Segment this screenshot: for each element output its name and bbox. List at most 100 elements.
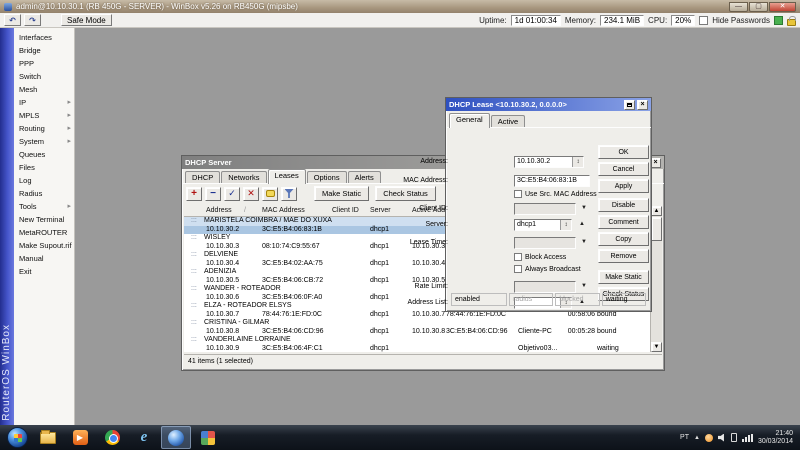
tray-date: 30/03/2014	[758, 438, 793, 446]
sidebar-item-ppp[interactable]: PPP	[14, 57, 74, 70]
block-access-checkbox[interactable]	[514, 253, 522, 261]
up-arrow-icon[interactable]: ▲	[579, 221, 585, 227]
tab-networks[interactable]: Networks	[221, 171, 266, 184]
sidebar-item-bridge[interactable]: Bridge	[14, 44, 74, 57]
maximize-button[interactable]: ▢	[749, 2, 768, 12]
sidebar-item-label: Bridge	[19, 46, 41, 55]
sidebar-item-log[interactable]: Log	[14, 174, 74, 187]
start-button[interactable]	[7, 427, 28, 448]
taskbar-desktop-gadget-button[interactable]	[193, 426, 223, 449]
lease-comment-row[interactable]: :::CRISTINA - GILMAR	[184, 319, 662, 328]
notification-icon[interactable]	[705, 434, 713, 442]
sidebar-item-ip[interactable]: IP▸	[14, 96, 74, 109]
enable-button[interactable]: ✓	[224, 187, 240, 201]
tab-alerts[interactable]: Alerts	[348, 171, 381, 184]
tab-dhcp[interactable]: DHCP	[185, 171, 220, 184]
comment-prefix: :::	[191, 268, 197, 277]
clock[interactable]: 21:40 30/03/2014	[758, 430, 793, 446]
dialog-apply-button[interactable]: Apply	[598, 179, 649, 193]
client-id-input[interactable]	[514, 203, 576, 215]
spinner-icon[interactable]: ↕	[560, 220, 571, 230]
make-static-button[interactable]: Make Static	[314, 186, 369, 201]
use-src-mac-address-checkbox[interactable]	[514, 190, 522, 198]
check-status-button[interactable]: Check Status	[375, 186, 436, 201]
dialog-cancel-button[interactable]: Cancel	[598, 162, 649, 176]
rate-limit-input[interactable]	[514, 281, 576, 293]
column-header-mac[interactable]: MAC Address	[262, 207, 305, 214]
dialog-ok-button[interactable]: OK	[598, 145, 649, 159]
undo-button[interactable]: ↶	[4, 14, 21, 26]
address-input[interactable]: 10.10.30.2↕	[514, 156, 584, 168]
sidebar-item-new-terminal[interactable]: New Terminal	[14, 213, 74, 226]
mac-address-input[interactable]: 3C:E5:B4:06:83:1B	[514, 175, 590, 187]
scroll-down-icon[interactable]: ▼	[651, 342, 662, 352]
disable-button[interactable]: ✕	[243, 187, 259, 201]
sidebar-item-interfaces[interactable]: Interfaces	[14, 31, 74, 44]
taskbar-internet-explorer-button[interactable]: e	[129, 426, 159, 449]
sidebar-item-routing[interactable]: Routing▸	[14, 122, 74, 135]
dropdown-arrow-icon[interactable]: ▼	[581, 205, 587, 211]
main-titlebar[interactable]: admin@10.10.30.1 (RB 450G - SERVER) - Wi…	[0, 0, 800, 13]
taskbar-chrome-button[interactable]	[97, 426, 127, 449]
memory-value: 234.1 MiB	[600, 15, 644, 26]
dialog-copy-button[interactable]: Copy	[598, 232, 649, 246]
scroll-up-icon[interactable]: ▲	[651, 206, 662, 216]
dropdown-arrow-icon[interactable]: ▼	[581, 239, 587, 245]
add-button[interactable]: +	[186, 187, 202, 201]
column-header-address[interactable]: Address	[206, 207, 232, 214]
taskbar-explorer-button[interactable]	[33, 426, 63, 449]
tab-leases[interactable]: Leases	[268, 169, 306, 184]
lease-time-input[interactable]	[514, 237, 576, 249]
dialog-comment-button[interactable]: Comment	[598, 215, 649, 229]
lease-close-button[interactable]: ×	[637, 100, 648, 110]
hide-passwords-checkbox[interactable]	[699, 16, 708, 25]
sidebar-item-files[interactable]: Files	[14, 161, 74, 174]
sidebar-item-tools[interactable]: Tools▸	[14, 200, 74, 213]
comment-prefix: :::	[191, 285, 197, 294]
language-indicator[interactable]: PT	[680, 434, 689, 441]
lease-row[interactable]: 10.10.30.93C:E5:B4:06:4F:C1dhcp1Objetivo…	[184, 345, 662, 353]
lease-row[interactable]: 10.10.30.83C:E5:B4:06:CD:96dhcp110.10.30…	[184, 328, 662, 337]
redo-button[interactable]: ↷	[24, 14, 41, 26]
taskbar-winbox-button[interactable]	[161, 426, 191, 449]
safe-mode-button[interactable]: Safe Mode	[61, 14, 112, 26]
lease-tab-general[interactable]: General	[449, 113, 490, 128]
comment-button[interactable]	[262, 187, 278, 201]
sidebar-item-queues[interactable]: Queues	[14, 148, 74, 161]
column-header-client_id[interactable]: Client ID	[332, 207, 359, 214]
dialog-disable-button[interactable]: Disable	[598, 198, 649, 212]
sidebar-item-make-supout-rif[interactable]: Make Supout.rif	[14, 239, 74, 252]
dropdown-arrow-icon[interactable]: ▼	[581, 283, 587, 289]
sidebar-item-exit[interactable]: Exit	[14, 265, 74, 278]
desktop: { "titlebar": { "title": "admin@10.10.30…	[0, 0, 800, 450]
sidebar-item-mpls[interactable]: MPLS▸	[14, 109, 74, 122]
server-input[interactable]: dhcp1↕	[514, 219, 572, 231]
comment-prefix: :::	[191, 302, 197, 311]
sidebar-item-system[interactable]: System▸	[14, 135, 74, 148]
device-icon[interactable]	[731, 433, 737, 442]
tab-options[interactable]: Options	[307, 171, 347, 184]
column-header-server[interactable]: Server	[370, 207, 391, 214]
rate-limit-label: Rate Limit:	[415, 283, 448, 290]
sidebar-item-mesh[interactable]: Mesh	[14, 83, 74, 96]
spinner-icon[interactable]: ↕	[572, 157, 583, 167]
taskbar-media-player-button[interactable]: ▶	[65, 426, 95, 449]
dialog-make-static-button[interactable]: Make Static	[598, 270, 649, 284]
lease-comment-row[interactable]: :::VANDERLAINE LORRAINE	[184, 336, 662, 345]
network-icon[interactable]	[742, 434, 753, 442]
lease-maximize-button[interactable]	[624, 100, 635, 110]
show-hidden-icons-icon[interactable]: ▲	[694, 435, 700, 441]
filter-button[interactable]	[281, 187, 297, 201]
always-broadcast-checkbox[interactable]	[514, 265, 522, 273]
dialog-remove-button[interactable]: Remove	[598, 249, 649, 263]
minimize-button[interactable]: —	[729, 2, 748, 12]
lease-dialog-titlebar[interactable]: DHCP Lease <10.10.30.2, 0.0.0.0> ×	[446, 98, 651, 111]
remove-button[interactable]: −	[205, 187, 221, 201]
sidebar-item-manual[interactable]: Manual	[14, 252, 74, 265]
sidebar-item-radius[interactable]: Radius	[14, 187, 74, 200]
sidebar-item-metarouter[interactable]: MetaROUTER	[14, 226, 74, 239]
sidebar-item-switch[interactable]: Switch	[14, 70, 74, 83]
scroll-thumb[interactable]	[651, 217, 662, 241]
volume-icon[interactable]	[718, 434, 726, 442]
close-button[interactable]: ✕	[769, 2, 796, 12]
